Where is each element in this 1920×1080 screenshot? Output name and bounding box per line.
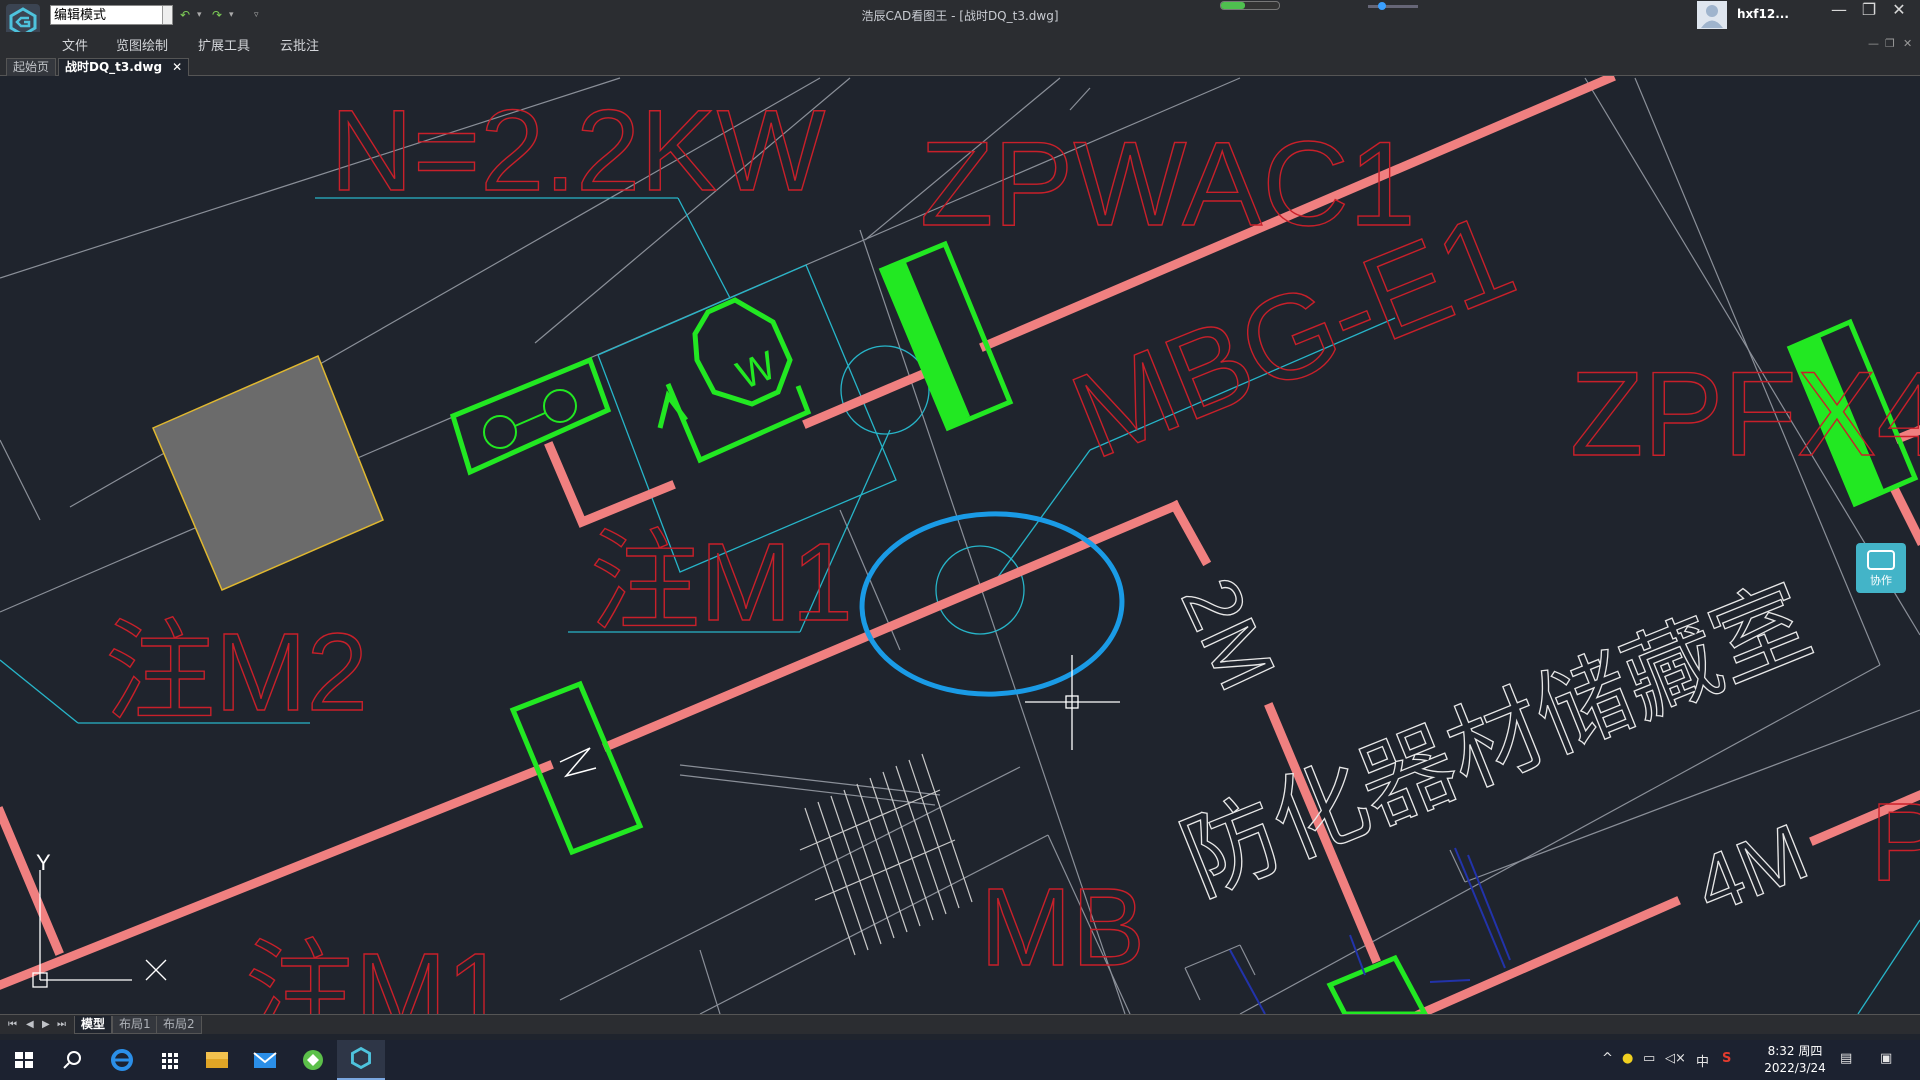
ucs-y-label: Y [36,850,51,875]
tab-start-page[interactable]: 起始页 [6,58,57,76]
mdi-minimize-icon[interactable]: — [1868,37,1879,50]
collaborate-label: 协作 [1870,574,1892,587]
username[interactable]: hxf12... [1737,7,1789,21]
avatar[interactable] [1697,1,1727,29]
label-note-m1-top: 注M1 [590,521,853,644]
apps-grid-icon[interactable] [145,1040,193,1080]
close-icon[interactable]: ✕ [1884,0,1914,22]
tab-label: 战时DQ_t3.dwg [65,60,163,74]
cad-drawing: W N=2.2KW ZPWAC1 MBG-E1 ZPFX4 注M1 注M2 注M… [0,76,1920,1014]
clock-time: 8:32 周四 [1767,1044,1823,1058]
label-mb: MB [980,866,1145,989]
network-icon[interactable]: ▭ [1643,1051,1655,1066]
windows-taskbar: ^ ● ▭ ◁× 中 S 8:32 周四 2022/3/24 ▤ ▣ [0,1040,1920,1080]
clock-date: 2022/3/24 [1764,1061,1826,1075]
label-note-m1-bottom: 注M1 [245,931,508,1014]
label-dim-4m: 4M [1683,807,1819,931]
chevron-up-icon[interactable]: ^ [1602,1051,1613,1066]
title-bar: 编辑模式 ↶ ▾ ↷ ▾ ▿ 浩辰CAD看图王 - [战时DQ_t3.dwg] … [0,0,1920,38]
menu-cloud-annotation[interactable]: 云批注 [280,35,319,54]
menu-bar: 文件 览图绘制 扩展工具 云批注 — ❐ ✕ [0,32,1920,54]
search-icon[interactable] [48,1040,96,1080]
label-zpwac1: ZPWAC1 [920,117,1416,251]
collaborate-button[interactable]: 协作 [1856,543,1906,593]
tab-model[interactable]: 模型 [74,1016,113,1034]
pump-w-label: W [731,343,783,398]
ie-browser-icon[interactable] [100,1040,148,1080]
menu-file[interactable]: 文件 [62,35,88,54]
label-n-power: N=2.2KW [330,87,826,215]
tab-label: 起始页 [13,60,50,74]
document-tab-bar: 起始页 战时DQ_t3.dwg ✕ [0,54,1920,76]
prev-layout-icon[interactable]: ◀ [26,1019,34,1030]
file-explorer-icon[interactable] [193,1040,241,1080]
tab-layout1[interactable]: 布局1 [112,1016,158,1034]
chat-icon [1867,550,1895,570]
menu-extension-tools[interactable]: 扩展工具 [198,35,250,54]
ime-indicator[interactable]: 中 [1696,1051,1709,1070]
last-layout-icon[interactable]: ⏭ [57,1019,66,1030]
gstarcad-viewer-icon[interactable] [337,1040,385,1080]
layout-tab-bar: ⏮ ◀ ▶ ⏭ 模型 布局1 布局2 [0,1014,1920,1034]
green-app-icon[interactable] [289,1040,337,1080]
zoom-slider[interactable] [1368,2,1418,10]
restore-icon[interactable]: ❐ [1854,0,1884,22]
label-dim-2m: 2M [1165,565,1293,703]
volume-muted-icon[interactable]: ◁× [1665,1051,1686,1066]
mail-icon[interactable] [241,1040,289,1080]
security-tray-icon[interactable]: ● [1622,1051,1633,1066]
progress-fill [1221,2,1246,9]
windows-start-icon[interactable] [0,1040,48,1080]
minimize-icon[interactable]: — [1824,0,1854,22]
progress-bar [1220,1,1280,10]
first-layout-icon[interactable]: ⏮ [8,1019,17,1030]
tab-layout2[interactable]: 布局2 [156,1016,202,1034]
label-partial-p: P [1870,781,1920,904]
highlight-ellipse [859,511,1125,697]
crosshair-cursor-icon [1025,655,1120,750]
label-zpfx4: ZPFX4 [1570,347,1920,481]
menu-view-draw[interactable]: 览图绘制 [116,35,168,54]
action-center-icon[interactable]: ▣ [1880,1051,1892,1066]
grey-equipment-box [152,355,384,591]
notes-icon[interactable]: ▤ [1840,1051,1852,1066]
system-clock[interactable]: 8:32 周四 2022/3/24 [1755,1043,1835,1077]
mdi-restore-icon[interactable]: ❐ [1885,37,1895,50]
tab-drawing[interactable]: 战时DQ_t3.dwg ✕ [58,58,190,76]
next-layout-icon[interactable]: ▶ [42,1019,50,1030]
drawing-canvas[interactable]: W N=2.2KW ZPWAC1 MBG-E1 ZPFX4 注M1 注M2 注M… [0,76,1920,1014]
window-title: 浩辰CAD看图王 - [战时DQ_t3.dwg] [861,9,1059,23]
sogou-ime-icon[interactable]: S [1722,1051,1731,1066]
close-icon[interactable]: ✕ [172,60,182,74]
mdi-close-icon[interactable]: ✕ [1903,37,1912,50]
label-note-m2: 注M2 [105,611,368,734]
slider-knob[interactable] [1378,2,1386,10]
